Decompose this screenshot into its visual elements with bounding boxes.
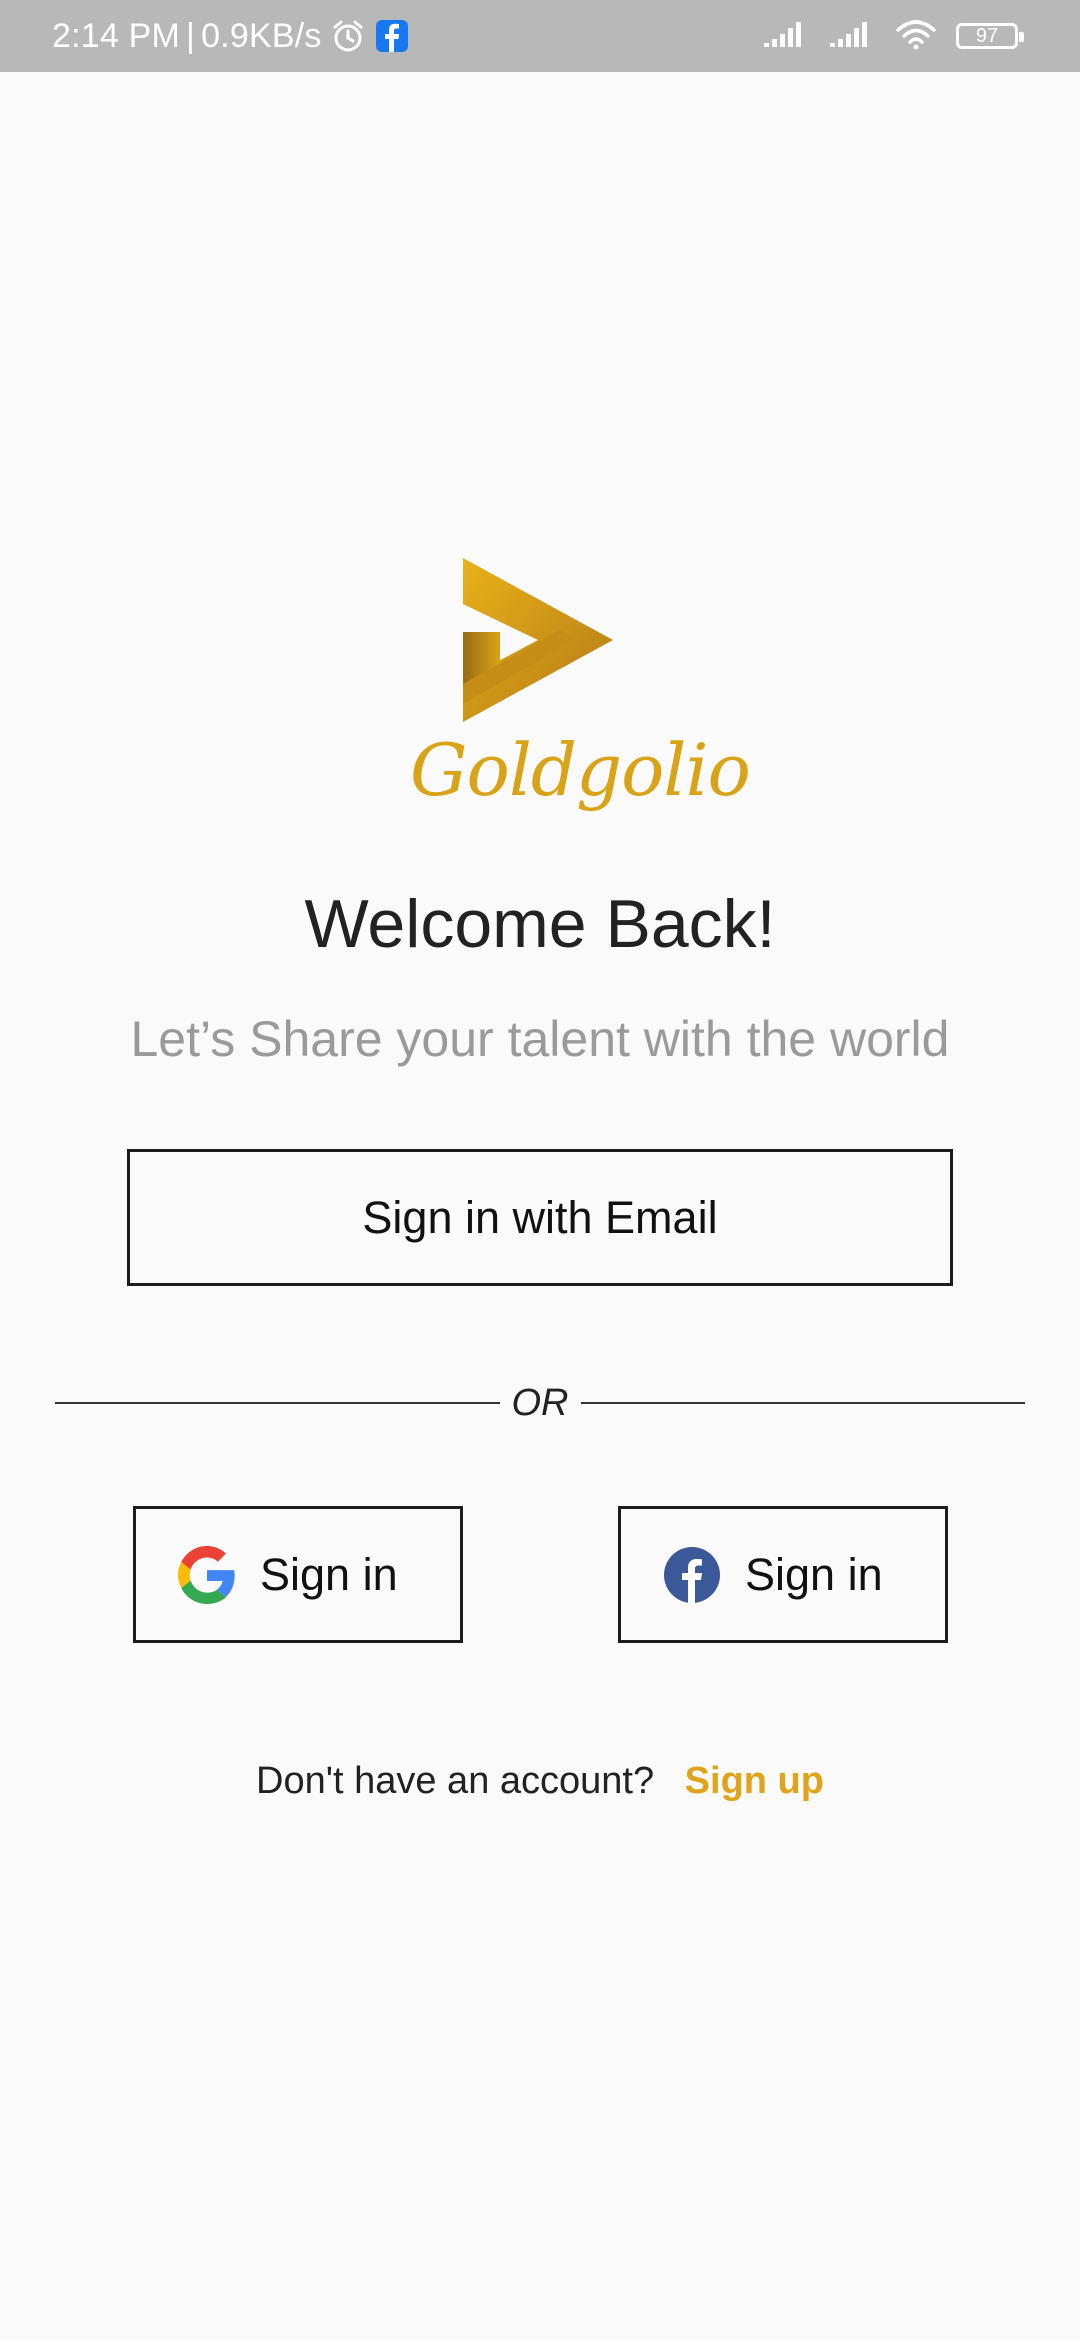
signup-row: Don't have an account? Sign up	[0, 1760, 1080, 1803]
status-separator: |	[186, 16, 196, 55]
brand-name: Goldgolio	[410, 728, 751, 812]
sign-up-link[interactable]: Sign up	[685, 1760, 824, 1802]
brand-logo: Goldgolio	[410, 552, 751, 832]
battery-level: 97	[975, 24, 999, 47]
facebook-notification-icon	[374, 18, 410, 54]
alarm-icon	[330, 18, 366, 54]
sign-in-email-button[interactable]: Sign in with Email	[127, 1149, 953, 1286]
facebook-sign-in-button[interactable]: Sign in	[618, 1506, 948, 1643]
signup-prompt: Don't have an account?	[256, 1760, 655, 1802]
play-triangle-logo	[463, 558, 613, 722]
status-time: 2:14 PM	[52, 16, 181, 55]
welcome-subtitle: Let’s Share your talent with the world	[130, 1011, 950, 1067]
signal-icon	[828, 19, 876, 54]
divider-line-left	[55, 1402, 500, 1404]
welcome-title: Welcome Back!	[304, 886, 776, 962]
or-label: OR	[511, 1381, 569, 1424]
signal-icon	[762, 19, 810, 54]
sign-in-email-label: Sign in with Email	[362, 1191, 718, 1243]
divider-line-right	[580, 1402, 1025, 1404]
wifi-icon	[894, 18, 938, 55]
battery-icon: 97	[956, 23, 1024, 49]
status-network-speed: 0.9KB/s	[201, 16, 322, 55]
facebook-sign-in-label: Sign in	[745, 1548, 883, 1600]
status-left: 2:14 PM | 0.9KB/s	[52, 0, 410, 72]
google-icon	[178, 1545, 236, 1604]
status-right: 97	[762, 0, 1024, 72]
facebook-icon	[663, 1546, 721, 1604]
status-bar: 2:14 PM | 0.9KB/s 97	[0, 0, 1080, 72]
google-sign-in-button[interactable]: Sign in	[133, 1506, 463, 1643]
google-sign-in-label: Sign in	[260, 1548, 398, 1600]
or-divider: OR	[55, 1373, 1025, 1433]
